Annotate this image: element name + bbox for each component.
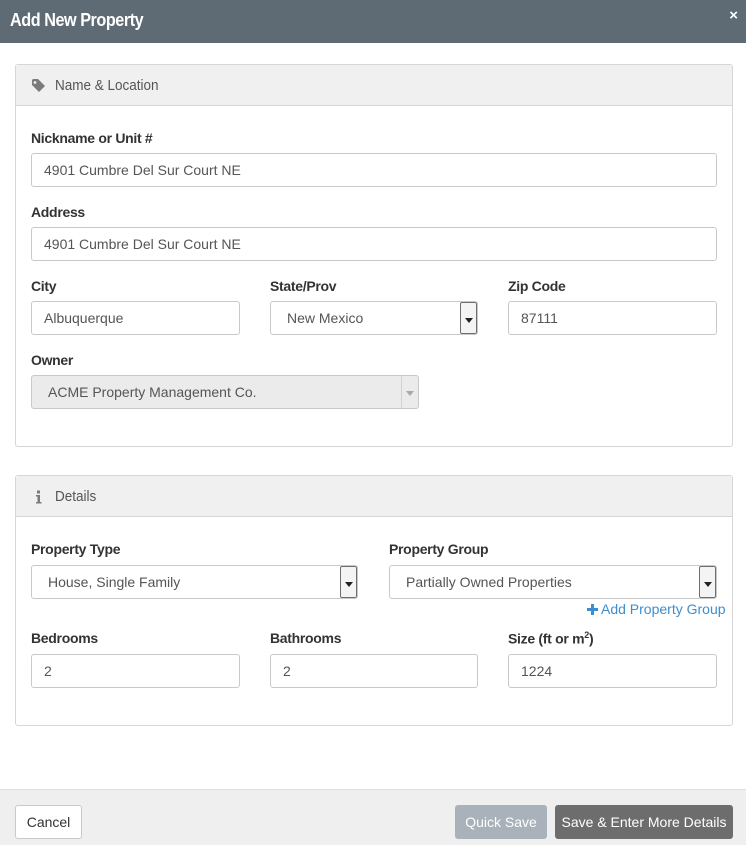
close-icon[interactable]: × (729, 8, 738, 23)
city-input[interactable]: Albuquerque (31, 301, 240, 335)
name-location-title: Name & Location (55, 77, 159, 94)
size-label-prefix: Size (ft or m (508, 630, 585, 647)
name-location-header: Name & Location (16, 65, 732, 106)
tag-icon (32, 79, 45, 92)
dialog-footer: Cancel Quick Save Save & Enter More Deta… (0, 789, 746, 845)
property-type-label: Property Type (31, 541, 121, 557)
quick-save-button[interactable]: Quick Save (455, 805, 547, 839)
bedrooms-label: Bedrooms (31, 630, 98, 646)
bathrooms-input[interactable]: 2 (270, 654, 478, 688)
owner-select[interactable]: ACME Property Management Co. (31, 375, 419, 409)
address-input[interactable]: 4901 Cumbre Del Sur Court NE (31, 227, 717, 261)
zip-label: Zip Code (508, 278, 566, 294)
city-label: City (31, 278, 57, 294)
chevron-down-icon[interactable] (699, 566, 716, 598)
dialog-titlebar: Add New Property × (0, 0, 746, 43)
bathrooms-label: Bathrooms (270, 630, 342, 646)
nickname-input[interactable]: 4901 Cumbre Del Sur Court NE (31, 153, 717, 187)
owner-select-value: ACME Property Management Co. (48, 384, 257, 400)
chevron-down-icon[interactable] (401, 376, 418, 408)
details-title: Details (55, 488, 97, 505)
dialog-title: Add New Property (10, 10, 144, 30)
address-label: Address (31, 204, 85, 220)
details-header: Details (16, 476, 732, 517)
cancel-button[interactable]: Cancel (15, 805, 82, 839)
property-type-select[interactable]: House, Single Family (31, 565, 358, 599)
state-select-value: New Mexico (287, 310, 364, 326)
plus-icon (587, 604, 598, 615)
size-input[interactable]: 1224 (508, 654, 717, 688)
nickname-label: Nickname or Unit # (31, 130, 153, 146)
save-enter-more-details-button[interactable]: Save & Enter More Details (555, 805, 733, 839)
property-group-select[interactable]: Partially Owned Properties (389, 565, 717, 599)
owner-label: Owner (31, 352, 74, 368)
property-group-value: Partially Owned Properties (406, 574, 572, 590)
chevron-down-icon[interactable] (340, 566, 357, 598)
property-group-label: Property Group (389, 541, 489, 557)
size-label: Size (ft or m2) (508, 630, 594, 647)
chevron-down-icon[interactable] (460, 302, 477, 334)
state-select[interactable]: New Mexico (270, 301, 478, 335)
property-type-value: House, Single Family (48, 574, 181, 590)
size-label-suffix: ) (588, 630, 594, 647)
add-property-group-link[interactable]: Add Property Group (587, 601, 726, 617)
info-icon (36, 490, 42, 504)
bedrooms-input[interactable]: 2 (31, 654, 240, 688)
state-label: State/Prov (270, 278, 337, 294)
add-property-group-label: Add Property Group (601, 601, 726, 617)
zip-input[interactable]: 87111 (508, 301, 717, 335)
